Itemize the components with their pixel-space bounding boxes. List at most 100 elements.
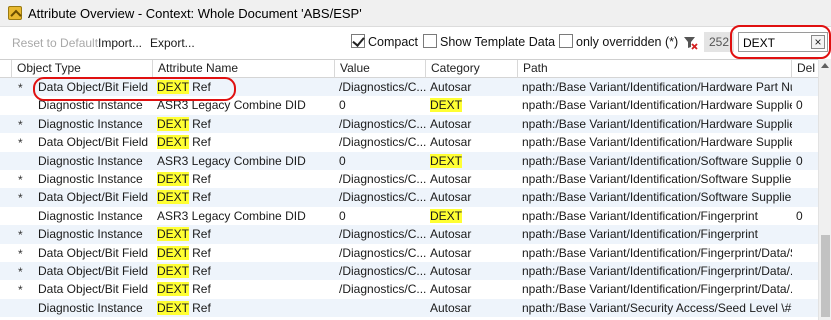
- cell-category: Autosar: [425, 170, 518, 188]
- search-input[interactable]: [743, 35, 805, 50]
- cell-attribute-name: DEXT Ref: [152, 280, 335, 298]
- cell-value: 0: [339, 98, 346, 113]
- cell-attribute-name: DEXT Ref: [152, 115, 335, 133]
- category-text: Autosar: [430, 282, 472, 297]
- cell-value: /Diagnostics/C...: [339, 116, 426, 131]
- cell-value: /Diagnostics/C...: [339, 135, 426, 150]
- cell-path: npath:/Base Variant/Identification/Softw…: [522, 172, 792, 186]
- overridden-marker: *: [18, 265, 23, 279]
- cell-del: [791, 262, 818, 280]
- search-match-highlight: DEXT: [157, 116, 189, 131]
- cell-attribute-name: ASR3 Legacy Combine DID: [152, 96, 335, 114]
- cell-category: Autosar: [425, 225, 518, 243]
- attribute-name-text: ASR3 Legacy Combine DID: [157, 153, 306, 168]
- search-match-highlight: DEXT: [157, 135, 189, 150]
- table-row[interactable]: * Data Object/Bit Field DEXT Ref/Diagnosti…: [0, 280, 818, 298]
- only-overridden-label: only overridden (*): [576, 35, 679, 49]
- table-row[interactable]: * Data Object/Bit Field DEXT Ref/Diagnosti…: [0, 188, 818, 207]
- compact-checkbox[interactable]: [351, 34, 365, 48]
- table-row[interactable]: * Diagnostic Instance DEXT Ref/Diagnostics…: [0, 170, 818, 188]
- cell-attribute-name: DEXT Ref: [152, 244, 335, 262]
- attribute-table: Object Type Attribute Name Value Categor…: [0, 59, 831, 320]
- overridden-marker: *: [18, 173, 23, 187]
- column-header-attribute-name[interactable]: Attribute Name: [152, 60, 335, 78]
- show-template-data-checkbox[interactable]: [423, 34, 437, 48]
- cell-category: Autosar: [425, 244, 518, 262]
- table-row[interactable]: Diagnostic Instance ASR3 Legacy Combine D…: [0, 151, 818, 170]
- filter-funnel-icon: [8, 6, 22, 20]
- category-text: Autosar: [430, 264, 472, 278]
- table-row[interactable]: * Diagnostic Instance DEXT Ref/Diagnostics…: [0, 225, 818, 244]
- cell-attribute-name: DEXT Ref: [152, 78, 335, 96]
- attribute-name-text: Ref: [188, 116, 211, 131]
- table-row[interactable]: Diagnostic Instance ASR3 Legacy Combine D…: [0, 96, 818, 114]
- column-header-value[interactable]: Value: [334, 60, 426, 78]
- cell-value: /Diagnostics/C...: [339, 172, 426, 186]
- table-row[interactable]: * Data Object/Bit Field DEXT Ref/Diagnosti…: [0, 244, 818, 262]
- category-text: Autosar: [430, 190, 472, 205]
- column-header-object-type[interactable]: Object Type: [11, 60, 153, 78]
- table-row[interactable]: * Data Object/Bit Field DEXT Ref/Diagnosti…: [0, 78, 818, 97]
- cell-object-type: Data Object/Bit Field: [38, 80, 149, 94]
- attribute-name-text: Ref: [188, 227, 211, 242]
- search-match-highlight: DEXT: [430, 98, 463, 113]
- cell-object-type: Data Object/Bit Field: [38, 135, 149, 150]
- table-row[interactable]: * Diagnostic Instance DEXT Ref/Diagnostics…: [0, 114, 818, 134]
- search-box: ×: [738, 32, 828, 52]
- cell-attribute-name: DEXT Ref: [152, 262, 335, 280]
- cell-category: DEXT: [425, 207, 518, 225]
- overridden-marker: *: [18, 228, 23, 243]
- cell-attribute-name: DEXT Ref: [152, 170, 335, 188]
- table-row[interactable]: * Data Object/Bit Field DEXT Ref/Diagnosti…: [0, 262, 818, 281]
- scroll-up-arrow-icon[interactable]: [821, 63, 829, 68]
- cell-attribute-name: ASR3 Legacy Combine DID: [152, 207, 335, 225]
- search-match-highlight: DEXT: [157, 227, 189, 242]
- cell-del: [791, 170, 818, 188]
- attribute-name-text: Ref: [188, 80, 211, 94]
- overridden-marker: *: [18, 283, 23, 298]
- cell-del: [791, 188, 818, 206]
- column-header-del[interactable]: Del: [791, 60, 818, 78]
- cell-object-type: Diagnostic Instance: [38, 227, 143, 242]
- cell-object-type: Data Object/Bit Field: [38, 245, 149, 260]
- cell-del: [791, 78, 818, 96]
- category-text: Autosar: [430, 135, 472, 150]
- category-text: Autosar: [430, 80, 472, 94]
- cell-object-type: Diagnostic Instance: [38, 208, 143, 223]
- import-button[interactable]: Import...: [98, 36, 142, 50]
- window-title: Attribute Overview - Context: Whole Docu…: [28, 5, 362, 21]
- cell-path: npath:/Base Variant/Identification/Finge…: [522, 208, 758, 223]
- overridden-marker: *: [18, 136, 23, 151]
- attribute-name-text: Ref: [188, 300, 211, 315]
- compact-label: Compact: [368, 35, 419, 49]
- table-row[interactable]: * Data Object/Bit Field DEXT Ref/Diagnosti…: [0, 133, 818, 151]
- cell-object-type: Data Object/Bit Field: [38, 282, 149, 297]
- table-row[interactable]: Diagnostic Instance DEXT Ref Autosar npath:…: [0, 298, 818, 318]
- column-header-path[interactable]: Path: [517, 60, 792, 78]
- search-match-highlight: DEXT: [157, 282, 189, 297]
- attribute-name-text: Ref: [188, 135, 211, 150]
- search-match-highlight: DEXT: [157, 172, 189, 186]
- clear-search-button[interactable]: ×: [811, 35, 825, 49]
- scroll-thumb[interactable]: [821, 235, 830, 317]
- reset-to-default-button[interactable]: Reset to Default: [12, 36, 98, 50]
- table-row[interactable]: Diagnostic Instance ASR3 Legacy Combine D…: [0, 207, 818, 225]
- column-header-category[interactable]: Category: [425, 60, 518, 78]
- category-text: Autosar: [430, 300, 472, 315]
- only-overridden-checkbox[interactable]: [559, 34, 573, 48]
- attribute-name-text: Ref: [188, 190, 211, 205]
- cell-del: 0: [796, 208, 803, 223]
- vertical-scrollbar[interactable]: [818, 59, 831, 320]
- overridden-marker: *: [18, 191, 23, 206]
- cell-object-type: Diagnostic Instance: [38, 98, 143, 113]
- search-match-highlight: DEXT: [430, 153, 463, 168]
- cell-path: npath:/Base Variant/Identification/Hardw…: [522, 80, 792, 94]
- export-button[interactable]: Export...: [150, 36, 195, 50]
- cell-del: 0: [796, 153, 803, 168]
- show-template-data-label: Show Template Data: [440, 35, 556, 49]
- cell-object-type: Diagnostic Instance: [38, 153, 143, 168]
- toolbar: Reset to Default Import... Export... Com…: [0, 27, 831, 59]
- filter-clear-icon[interactable]: [683, 35, 698, 50]
- cell-path: npath:/Base Variant/Identification/Finge…: [522, 282, 792, 297]
- cell-path: npath:/Base Variant/Identification/Softw…: [522, 153, 792, 168]
